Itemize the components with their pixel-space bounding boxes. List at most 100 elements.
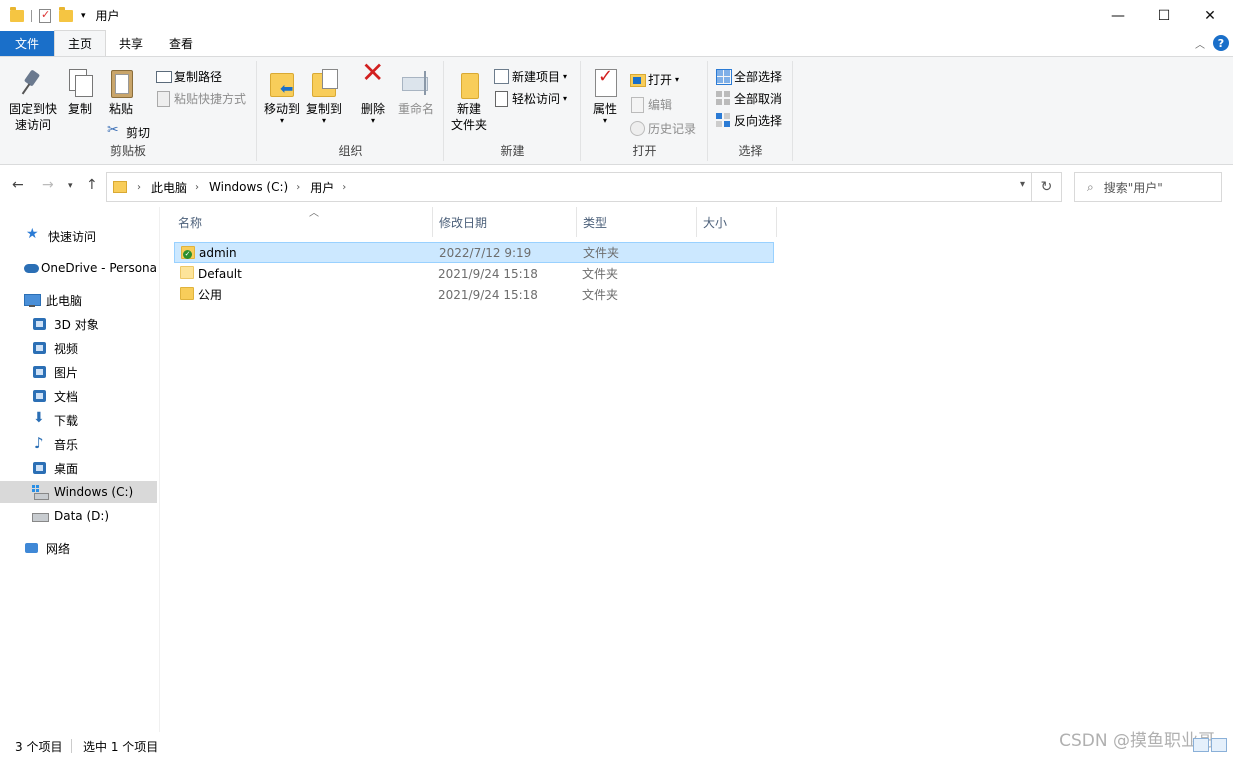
nav-label: 此电脑 (46, 293, 83, 308)
nav-label: 3D 对象 (54, 317, 99, 332)
easy-access-button[interactable]: 轻松访问 ▾ (493, 88, 567, 108)
file-row-default[interactable]: Default 2021/9/24 15:18 文件夹 (174, 263, 774, 284)
up-arrow-icon[interactable]: ↑ (86, 177, 98, 193)
paste-shortcut-button[interactable]: 粘贴快捷方式 (155, 88, 246, 108)
open-button[interactable]: 打开 ▾ (629, 69, 679, 89)
invert-selection-button[interactable]: 反向选择 (715, 110, 782, 130)
open-label: 打开 (648, 72, 673, 87)
new-folder-label-line1: 新建 (456, 102, 481, 116)
view-toggle (1193, 738, 1227, 752)
address-bar[interactable]: › 此电脑 › Windows (C:) › 用户 › ▾ (106, 172, 1032, 202)
breadcrumb-windows-c[interactable]: Windows (C:) (209, 180, 288, 194)
file-modified: 2021/9/24 15:18 (438, 287, 538, 302)
rename-label: 重命名 (397, 102, 434, 116)
recent-locations-chevron-icon[interactable]: ▾ (68, 181, 73, 191)
column-header-modified[interactable]: 修改日期 (433, 207, 577, 237)
cut-button[interactable]: 剪切 (107, 122, 150, 142)
paste-button[interactable]: 粘贴 (104, 67, 138, 117)
breadcrumb-this-pc[interactable]: 此电脑 (151, 179, 187, 196)
customize-toolbar-dropdown-icon[interactable]: ▾ (81, 11, 86, 21)
nav-label: 图片 (54, 365, 79, 380)
documents-icon (32, 389, 48, 403)
history-icon (629, 120, 645, 136)
collapse-ribbon-chevron-icon[interactable]: ︿ (1195, 36, 1205, 51)
nav-item-3d-objects[interactable]: 3D 对象 (0, 313, 157, 335)
nav-item-windows-c[interactable]: Windows (C:) (0, 481, 157, 503)
search-placeholder: 搜索"用户" (1103, 180, 1163, 195)
pin-label-line2: 速访问 (14, 118, 51, 132)
nav-item-music[interactable]: 音乐 (0, 433, 157, 455)
file-type: 文件夹 (583, 246, 620, 260)
new-folder-quick-icon[interactable] (59, 6, 73, 22)
pin-quick-access-button[interactable]: 固定到快 速访问 (6, 67, 60, 133)
copy-path-button[interactable]: 复制路径 (155, 66, 222, 86)
delete-button[interactable]: 删除 ▾ (356, 65, 390, 125)
nav-label: 桌面 (54, 461, 79, 476)
forward-arrow-icon[interactable]: → (42, 177, 54, 193)
details-view-icon[interactable] (1193, 738, 1209, 752)
nav-item-documents[interactable]: 文档 (0, 385, 157, 407)
sync-check-icon: ✓ (183, 250, 192, 259)
move-to-button[interactable]: 移动到 ▾ (262, 67, 302, 125)
tab-file[interactable]: 文件 (0, 31, 55, 56)
easy-access-icon (493, 90, 509, 107)
breadcrumb-chevron-icon[interactable]: › (342, 182, 346, 193)
move-to-dropdown-icon: ▾ (279, 116, 284, 125)
rename-button[interactable]: 重命名 (396, 67, 436, 117)
new-item-label: 新建项目 (512, 69, 561, 84)
nav-item-onedrive[interactable]: OneDrive - Persona (0, 257, 157, 279)
select-none-button[interactable]: 全部取消 (715, 88, 782, 108)
open-group-label: 打开 (632, 144, 657, 158)
column-modified-label: 修改日期 (439, 215, 488, 230)
nav-item-this-pc[interactable]: 此电脑 (0, 289, 157, 311)
column-header-name[interactable]: ︿ 名称 (172, 207, 433, 237)
column-size-label: 大小 (703, 215, 728, 230)
copy-button[interactable]: 复制 (64, 67, 96, 117)
help-icon[interactable]: ? (1213, 35, 1229, 51)
new-item-button[interactable]: 新建项目 ▾ (493, 66, 567, 86)
tab-view[interactable]: 查看 (156, 31, 206, 56)
address-folder-icon (113, 181, 127, 193)
history-button[interactable]: 历史记录 (629, 118, 696, 138)
star-icon (26, 226, 42, 243)
nav-item-videos[interactable]: 视频 (0, 337, 157, 359)
back-arrow-icon[interactable]: ← (12, 177, 24, 193)
select-all-button[interactable]: 全部选择 (715, 66, 782, 86)
close-button[interactable]: ✕ (1187, 0, 1233, 31)
edit-button[interactable]: 编辑 (629, 94, 672, 114)
selected-count: 选中 1 个项目 (83, 739, 159, 754)
folder-icon (180, 266, 194, 279)
search-input[interactable]: ⌕ 搜索"用户" (1074, 172, 1222, 202)
pin-label-line1: 固定到快 (8, 102, 57, 116)
nav-label: 下载 (54, 413, 79, 428)
pictures-icon (32, 365, 48, 379)
column-header-size[interactable]: 大小 (697, 207, 777, 237)
nav-item-pictures[interactable]: 图片 (0, 361, 157, 383)
file-row-public[interactable]: 公用 2021/9/24 15:18 文件夹 (174, 284, 774, 305)
breadcrumb-users[interactable]: 用户 (310, 179, 334, 196)
minimize-button[interactable]: — (1095, 0, 1141, 31)
column-header-type[interactable]: 类型 (577, 207, 697, 237)
edit-label: 编辑 (648, 97, 673, 112)
large-icons-view-icon[interactable] (1211, 738, 1227, 752)
properties-button[interactable]: 属性 ▾ (588, 67, 622, 125)
tab-home[interactable]: 主页 (54, 30, 107, 56)
nav-item-quick-access[interactable]: 快速访问 (0, 225, 157, 247)
breadcrumb-chevron-icon[interactable]: › (137, 182, 141, 193)
maximize-button[interactable]: ☐ (1141, 0, 1187, 31)
tab-share[interactable]: 共享 (106, 31, 156, 56)
breadcrumb-chevron-icon[interactable]: › (296, 182, 300, 193)
pin-icon (17, 67, 49, 99)
new-folder-button[interactable]: 新建 文件夹 (447, 67, 491, 133)
nav-item-downloads[interactable]: 下载 (0, 409, 157, 431)
nav-item-data-d[interactable]: Data (D:) (0, 505, 157, 527)
copy-to-button[interactable]: 复制到 ▾ (304, 67, 344, 125)
address-history-dropdown-icon[interactable]: ▾ (1020, 179, 1025, 190)
nav-item-network[interactable]: 网络 (0, 537, 157, 559)
breadcrumb-chevron-icon[interactable]: › (195, 182, 199, 193)
cut-label: 剪切 (126, 125, 151, 140)
nav-item-desktop[interactable]: 桌面 (0, 457, 157, 479)
file-row-admin[interactable]: ✓ admin 2022/7/12 9:19 文件夹 (174, 242, 774, 263)
properties-quick-icon[interactable] (39, 8, 51, 23)
refresh-button[interactable]: ↻ (1032, 172, 1062, 202)
